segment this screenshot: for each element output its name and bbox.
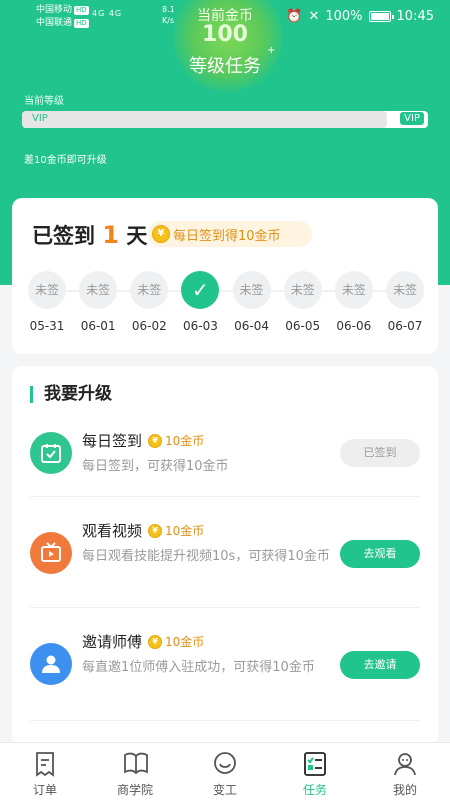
- signin-card: 已签到 1 天 ¥ 每日签到得10金币 未签 05-31 未签 06-01 未签 06-0…: [12, 198, 438, 354]
- task-icon: [304, 752, 326, 776]
- day-status: 未签: [130, 271, 169, 309]
- day-status: 未签: [79, 271, 118, 309]
- divider: [30, 496, 420, 497]
- tv-icon: [30, 532, 72, 574]
- task-name: 观看视频: [82, 522, 143, 540]
- signin-day: 未签 06-05: [283, 271, 322, 333]
- signin-day: ✓ 06-03: [181, 271, 220, 333]
- user-icon: [30, 643, 72, 685]
- signed-days-text: 已签到 1 天: [32, 220, 147, 250]
- day-connector: [168, 290, 182, 292]
- level-progress-bar: VIP VIP: [22, 111, 428, 128]
- day-checked-icon: ✓: [181, 271, 220, 309]
- tab-label: 订单: [32, 783, 57, 797]
- day-status: 未签: [283, 271, 322, 309]
- level-label: 当前等级: [24, 96, 64, 107]
- day-connector: [117, 290, 131, 292]
- day-date: 05-31: [29, 319, 65, 333]
- tab-tasks[interactable]: 任务: [270, 743, 360, 800]
- signin-day: 未签 06-04: [232, 271, 271, 333]
- signin-day: 未签 06-01: [79, 271, 118, 333]
- signin-day: 未签 05-31: [28, 271, 66, 333]
- invite-master-button[interactable]: 去邀请: [340, 651, 420, 679]
- task-desc: 每日观看技能提升视频10s，可获得10金币: [82, 549, 330, 564]
- upgrade-hint: 差10金币即可升级: [24, 155, 107, 166]
- signed-days-count: 1: [102, 221, 120, 249]
- task-reward-text: 10金币: [165, 434, 205, 448]
- coin-value: 100: [202, 22, 248, 47]
- tab-label: 商学院: [116, 783, 153, 797]
- task-reward: ¥ 10金币: [148, 633, 204, 650]
- task-reward-text: 10金币: [165, 635, 205, 649]
- day-date: 06-06: [336, 319, 372, 333]
- signed-prefix: 已签到: [32, 224, 95, 248]
- signin-day: 未签 06-07: [386, 271, 424, 333]
- day-date: 06-04: [234, 319, 269, 333]
- coin-icon: ¥: [148, 634, 162, 649]
- day-date: 06-02: [131, 319, 167, 333]
- sparkle-icon: +: [267, 45, 276, 56]
- signed-in-button[interactable]: 已签到: [340, 439, 420, 467]
- task-desc: 每日签到，可获得10金币: [82, 459, 229, 474]
- order-icon: [36, 752, 54, 777]
- day-status: 未签: [386, 271, 424, 309]
- tab-label: 任务: [302, 783, 327, 797]
- tab-label: 变工: [212, 783, 237, 797]
- task-name: 每日签到: [82, 432, 143, 450]
- signin-day: 未签 06-06: [334, 271, 373, 333]
- signin-days-row: 未签 05-31 未签 06-01 未签 06-02 ✓ 06-03 未签 06-04 未签 06-0…: [28, 271, 424, 341]
- watch-video-button[interactable]: 去观看: [340, 540, 420, 568]
- task-item: 每日签到 ¥ 10金币 每日签到，可获得10金币 已签到: [12, 428, 438, 498]
- task-name: 邀请师傅: [82, 633, 143, 651]
- day-connector: [270, 290, 284, 292]
- day-date: 06-03: [182, 319, 218, 333]
- signin-day: 未签 06-02: [130, 271, 169, 333]
- current-level-badge: VIP: [32, 113, 48, 124]
- smile-icon: [214, 752, 236, 774]
- task-reward: ¥ 10金币: [148, 522, 204, 539]
- day-status: 未签: [232, 271, 271, 309]
- daily-reward-text: 每日签到得10金币: [173, 228, 281, 244]
- coin-icon: ¥: [152, 225, 170, 243]
- tab-order[interactable]: 订单: [0, 743, 90, 800]
- tab-profile[interactable]: 我的: [360, 743, 450, 800]
- coin-icon: ¥: [148, 523, 162, 538]
- day-connector: [372, 290, 386, 292]
- task-item: 观看视频 ¥ 10金币 每日观看技能提升视频10s，可获得10金币 去观看: [12, 518, 438, 608]
- task-item: 邀请师傅 ¥ 10金币 每直邀1位师傅入驻成功，可获得10金币 去邀请: [12, 629, 438, 719]
- task-reward-text: 10金币: [165, 524, 205, 538]
- day-status: 未签: [28, 271, 66, 309]
- day-date: 06-07: [387, 319, 423, 333]
- profile-icon: [394, 753, 416, 776]
- level-progress-fill: [22, 111, 388, 128]
- page-title: 等级任务: [189, 56, 261, 77]
- next-level-badge: VIP: [400, 112, 424, 125]
- day-connector: [66, 290, 80, 292]
- tab-label: 我的: [392, 783, 417, 797]
- calendar-check-icon: [30, 432, 72, 474]
- tab-workers[interactable]: 变工: [180, 743, 270, 800]
- divider: [30, 607, 420, 608]
- daily-reward-pill: ¥ 每日签到得10金币: [148, 221, 312, 247]
- tab-business-school[interactable]: 商学院: [90, 743, 180, 800]
- day-connector: [321, 290, 335, 292]
- bottom-tab-bar: 订单 商学院 变工 任务 我的: [0, 742, 450, 800]
- signed-suffix: 天: [126, 224, 148, 248]
- section-title: 我要升级: [30, 386, 112, 403]
- task-reward: ¥ 10金币: [148, 432, 204, 449]
- task-desc: 每直邀1位师傅入驻成功，可获得10金币: [82, 660, 315, 675]
- day-date: 06-05: [285, 319, 321, 333]
- day-date: 06-01: [80, 319, 116, 333]
- day-connector: [219, 290, 233, 292]
- day-status: 未签: [334, 271, 373, 309]
- book-icon: [124, 752, 148, 775]
- divider: [30, 720, 420, 721]
- upgrade-card: 我要升级 每日签到 ¥ 10金币 每日签到，可获得10金币 已签到 观看视频 ¥…: [12, 366, 438, 746]
- coin-icon: ¥: [148, 433, 162, 448]
